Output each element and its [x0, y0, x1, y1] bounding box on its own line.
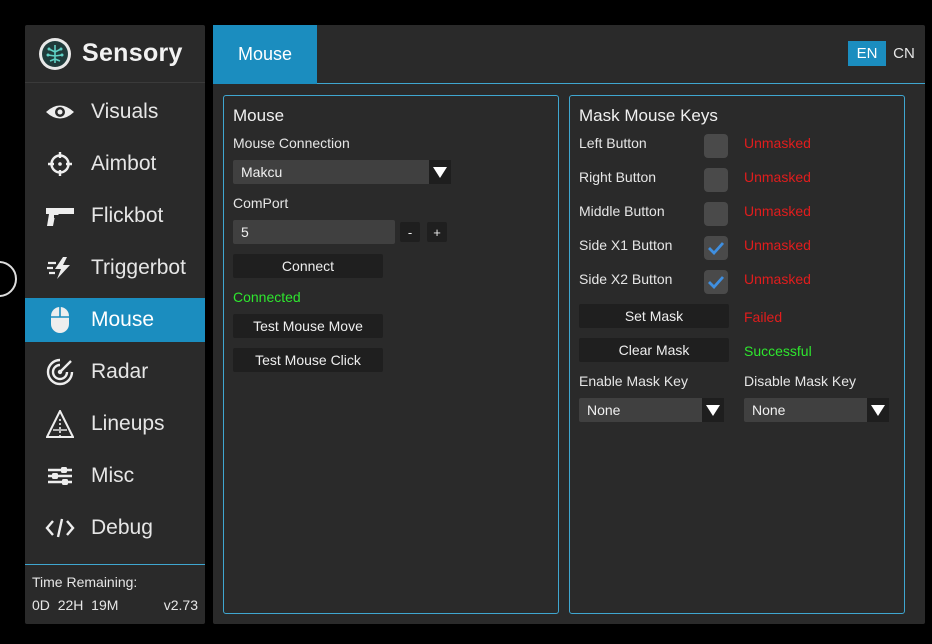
radar-icon	[45, 357, 75, 387]
comport-input[interactable]: 5	[233, 220, 395, 244]
mask-checkbox-left[interactable]	[704, 134, 728, 158]
language-cn-button[interactable]: CN	[890, 41, 918, 66]
sidebar-item-triggerbot[interactable]: Triggerbot	[25, 246, 205, 290]
sidebar-item-label: Mouse	[91, 308, 155, 331]
mask-key-label-x1: Side X1 Button	[579, 237, 673, 253]
sidebar-item-radar[interactable]: Radar	[25, 350, 205, 394]
sidebar-item-label: Lineups	[91, 412, 165, 435]
days-value: 0D	[32, 597, 50, 613]
test-mouse-click-button[interactable]: Test Mouse Click	[233, 348, 383, 372]
sidebar-item-misc[interactable]: Misc	[25, 454, 205, 498]
sidebar-item-label: Flickbot	[91, 204, 164, 227]
time-remaining-value: 0D 22H 19M	[32, 597, 118, 613]
license-footer: Time Remaining: 0D 22H 19M v2.73	[32, 574, 198, 613]
code-icon	[45, 513, 75, 543]
tent-icon	[45, 409, 75, 439]
pistol-icon	[45, 201, 75, 231]
main-content: Mouse EN CN Mouse Mouse Connection Makcu…	[213, 25, 925, 624]
chevron-down-icon[interactable]	[702, 398, 724, 422]
mask-checkbox-x2[interactable]	[704, 270, 728, 294]
lightning-lines-icon	[45, 253, 75, 283]
sidebar-item-mouse[interactable]: Mouse	[25, 298, 205, 342]
mask-checkbox-x1[interactable]	[704, 236, 728, 260]
sidebar-item-debug[interactable]: Debug	[25, 506, 205, 550]
mouse-panel: Mouse Mouse Connection Makcu ComPort 5 -…	[223, 95, 559, 614]
checkmark-icon	[708, 276, 725, 289]
language-en-button[interactable]: EN	[848, 41, 886, 66]
enable-mask-key-label: Enable Mask Key	[579, 373, 688, 389]
sidebar-item-label: Visuals	[91, 100, 159, 123]
brand: Sensory	[25, 25, 205, 83]
mouse-connection-select[interactable]: Makcu	[233, 160, 451, 184]
mask-status-middle: Unmasked	[744, 203, 811, 219]
sidebar: Sensory Visuals Aimbot Flickbot Triggerb…	[25, 25, 205, 624]
sidebar-item-label: Misc	[91, 464, 135, 487]
crosshair-icon	[45, 149, 75, 179]
mouse-connection-value: Makcu	[241, 164, 283, 180]
mouse-icon	[45, 305, 75, 335]
sidebar-item-label: Triggerbot	[91, 256, 186, 279]
mask-keys-panel-title: Mask Mouse Keys	[579, 106, 718, 125]
chevron-down-icon[interactable]	[867, 398, 889, 422]
connection-status: Connected	[233, 289, 301, 305]
mask-key-label-x2: Side X2 Button	[579, 271, 673, 287]
comport-decrement-button[interactable]: -	[400, 222, 420, 242]
mask-checkbox-middle[interactable]	[704, 202, 728, 226]
chevron-down-icon[interactable]	[429, 160, 451, 184]
sidebar-item-label: Debug	[91, 516, 153, 539]
time-remaining-label: Time Remaining:	[32, 574, 138, 590]
checkmark-icon	[708, 242, 725, 255]
mask-checkbox-right[interactable]	[704, 168, 728, 192]
mask-status-right: Unmasked	[744, 169, 811, 185]
minutes-value: 19M	[91, 597, 119, 613]
set-mask-button[interactable]: Set Mask	[579, 304, 729, 328]
test-mouse-move-button[interactable]: Test Mouse Move	[233, 314, 383, 338]
mask-key-label-middle: Middle Button	[579, 203, 665, 219]
sliders-icon	[45, 461, 75, 491]
mask-key-label-left: Left Button	[579, 135, 647, 151]
sidebar-nav: Visuals Aimbot Flickbot Triggerbot Mouse	[25, 90, 205, 550]
connect-button[interactable]: Connect	[233, 254, 383, 278]
enable-mask-key-value: None	[587, 402, 621, 418]
tab-mouse[interactable]: Mouse	[213, 25, 317, 84]
mask-key-label-right: Right Button	[579, 169, 657, 185]
version-label: v2.73	[163, 597, 198, 613]
sidebar-item-lineups[interactable]: Lineups	[25, 402, 205, 446]
hours-value: 22H	[57, 597, 84, 613]
sidebar-item-flickbot[interactable]: Flickbot	[25, 194, 205, 238]
mouse-connection-label: Mouse Connection	[233, 135, 350, 151]
brain-logo-icon	[39, 37, 71, 70]
eye-icon	[45, 97, 75, 127]
sidebar-item-label: Aimbot	[91, 152, 157, 175]
disable-mask-key-label: Disable Mask Key	[744, 373, 857, 389]
sidebar-item-visuals[interactable]: Visuals	[25, 90, 205, 134]
mask-status-x2: Unmasked	[744, 271, 811, 287]
mouse-panel-title: Mouse	[233, 106, 285, 125]
disable-mask-key-select[interactable]: None	[744, 398, 889, 422]
edge-circle	[0, 261, 17, 297]
comport-label: ComPort	[233, 195, 289, 211]
sidebar-item-aimbot[interactable]: Aimbot	[25, 142, 205, 186]
clear-mask-button[interactable]: Clear Mask	[579, 338, 729, 362]
mask-status-left: Unmasked	[744, 135, 811, 151]
app-name: Sensory	[82, 39, 183, 67]
disable-mask-key-value: None	[752, 402, 786, 418]
sidebar-item-label: Radar	[91, 360, 149, 383]
mask-status-x1: Unmasked	[744, 237, 811, 253]
mask-keys-panel: Mask Mouse Keys Left Button Unmasked Rig…	[569, 95, 905, 614]
tab-bar: Mouse EN CN	[213, 25, 925, 84]
enable-mask-key-select[interactable]: None	[579, 398, 724, 422]
comport-increment-button[interactable]: +	[427, 222, 447, 242]
clear-mask-status: Successful	[744, 343, 812, 359]
set-mask-status: Failed	[744, 309, 783, 325]
footer-divider	[25, 564, 205, 565]
